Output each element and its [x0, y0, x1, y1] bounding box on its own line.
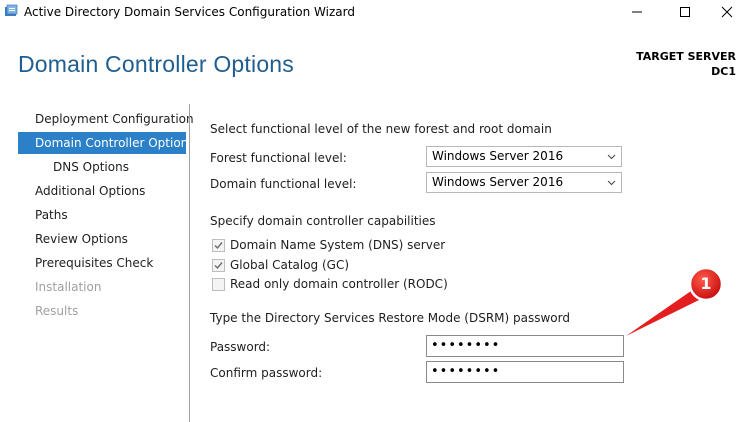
annotation-badge-number: 1: [700, 274, 712, 293]
annotation-arrow: [626, 266, 724, 336]
